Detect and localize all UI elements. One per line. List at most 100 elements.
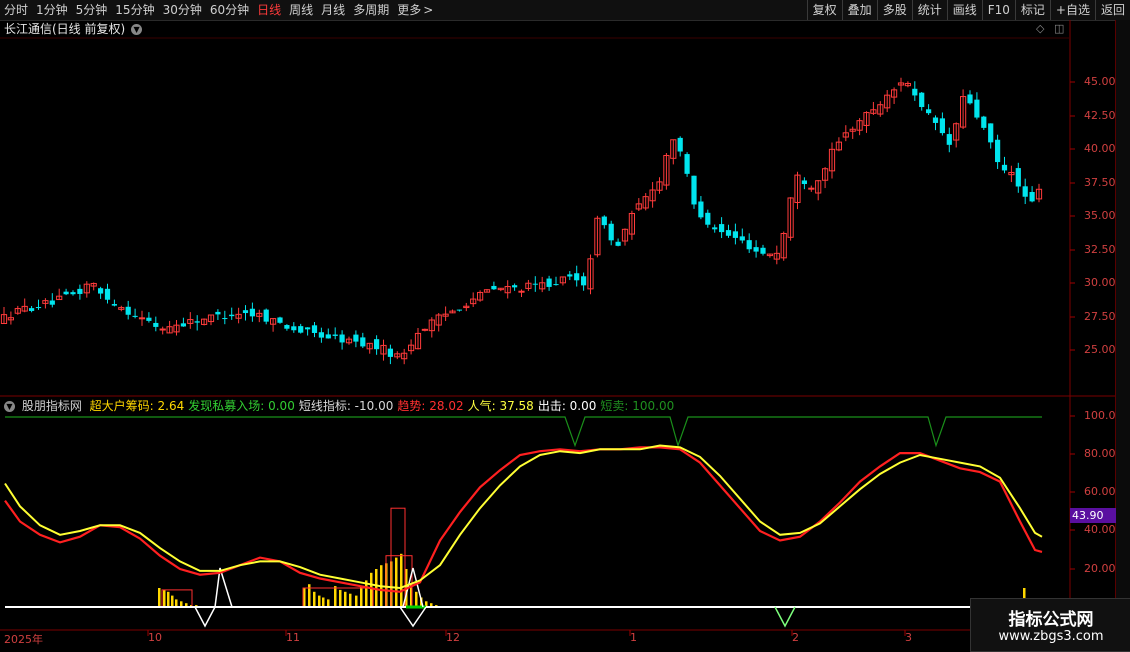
candle-body-down [98, 288, 104, 294]
candle-body-down [339, 334, 345, 343]
right-info-column [1115, 20, 1130, 650]
indicator-name: 股朋指标网 [21, 399, 82, 413]
price-tick-label: 40.00 [1084, 142, 1116, 155]
candle-body-down [698, 201, 704, 218]
indicator-tick-label: 80.00 [1084, 447, 1116, 460]
volume-bar [318, 595, 321, 607]
indicator-value: 出击: 0.00 [537, 399, 597, 413]
candle-body-down [988, 123, 994, 143]
candle-body-down [1001, 164, 1008, 171]
candle-body-down [684, 154, 690, 174]
indicator-value: 趋势: 28.02 [397, 399, 464, 413]
logo-title: 指标公式网 [1008, 610, 1094, 630]
candle-body-down [926, 109, 932, 114]
candle-body-down [967, 94, 973, 104]
volume-bar [313, 591, 316, 607]
candle-body-down [63, 291, 69, 295]
candle-body-down [291, 326, 297, 331]
candle-body-down [532, 283, 538, 285]
candle-body-down [387, 348, 393, 357]
candle-body-down [318, 332, 324, 338]
price-tick-label: 45.00 [1084, 75, 1116, 88]
candle-body-down [305, 327, 311, 330]
price-tick-label: 32.50 [1084, 243, 1116, 256]
candle-body-down [311, 325, 318, 333]
candle-body-down [1015, 168, 1021, 187]
candle-body-down [712, 227, 718, 230]
volume-bar [400, 553, 403, 607]
candle-body-down [919, 92, 925, 108]
candle-body-down [705, 212, 711, 225]
candle-body-down [939, 118, 945, 134]
popularity-line [4, 444, 1043, 590]
indicator-values: 超大户筹码: 2.64 发现私募入场: 0.00 短线指标: -10.00 趋势: 2… [90, 399, 679, 413]
candle-body-down [332, 334, 338, 336]
candle-body-down [615, 241, 621, 246]
volume-bar [327, 599, 330, 607]
candle-body-down [932, 117, 939, 123]
sell-signal-line [5, 416, 1042, 448]
candle-body-down [946, 134, 952, 145]
candle-body-down [760, 247, 766, 254]
volume-bar [163, 589, 166, 607]
volume-bar [344, 591, 347, 607]
candle-body-down [732, 231, 738, 238]
candle-body-down [677, 137, 683, 152]
indicator-value: 发现私募入场: 0.00 [188, 399, 295, 413]
candle-body-down [512, 285, 518, 288]
price-tick-label: 37.50 [1084, 176, 1116, 189]
candle-body-up [808, 187, 815, 190]
candle-body-down [70, 292, 76, 295]
candle-body-down [229, 314, 235, 317]
date-axis: 2025年 10 11 12 1 2 3 [0, 630, 1070, 650]
candle-body-down [912, 88, 918, 96]
volume-bar [171, 595, 174, 607]
candle-body-down [1029, 192, 1035, 202]
candle-body-down [746, 240, 752, 250]
candle-body-down [194, 321, 200, 323]
candle-body-down [298, 326, 304, 333]
candle-body-up [138, 317, 146, 320]
date-tick-label: 3 [905, 631, 912, 644]
chevron-down-icon[interactable]: ▼ [4, 401, 15, 412]
candle-body-down [360, 337, 366, 347]
candle-body-down [29, 308, 35, 311]
date-tick-label: 2 [792, 631, 799, 644]
candle-body-down [546, 278, 552, 287]
indicator-tick-label: 100.0 [1084, 409, 1116, 422]
candle-body-down [132, 315, 138, 317]
volume-bar [334, 586, 337, 607]
volume-bar [349, 593, 352, 607]
candle-body-up [159, 328, 166, 331]
indicator-value: 短卖: 100.00 [600, 399, 675, 413]
candle-body-down [146, 317, 152, 321]
date-tick-label: 11 [286, 631, 300, 644]
candle-body-down [491, 285, 497, 290]
indicator-value: 短线指标: -10.00 [298, 399, 394, 413]
date-tick-label: 12 [446, 631, 460, 644]
candle-body-down [725, 230, 732, 236]
candle-body-down [49, 300, 55, 305]
indicator-tick-label: 60.00 [1084, 485, 1116, 498]
candle-body-down [1022, 186, 1028, 197]
price-tick-label: 42.50 [1084, 109, 1116, 122]
volume-bar [339, 589, 342, 607]
candle-body-down [111, 304, 117, 306]
indicator-value: 人气: 37.58 [467, 399, 534, 413]
price-tick-label: 27.50 [1084, 310, 1116, 323]
candle-body-down [104, 288, 111, 300]
strike-spike [194, 567, 233, 628]
candle-body-down [691, 175, 697, 205]
candle-body-down [374, 339, 380, 350]
candle-body-down [249, 308, 255, 317]
candle-body-down [553, 284, 559, 286]
indicator-tick-label: 20.00 [1084, 562, 1116, 575]
stock-chart [0, 20, 1115, 636]
date-tick-label: 10 [148, 631, 162, 644]
volume-bar [395, 557, 398, 607]
candle-body-down [574, 273, 580, 281]
candle-body-down [801, 180, 807, 185]
volume-bar [167, 591, 170, 607]
price-tick-label: 30.00 [1084, 276, 1116, 289]
indicator-value: 超大户筹码: 2.64 [89, 399, 185, 413]
